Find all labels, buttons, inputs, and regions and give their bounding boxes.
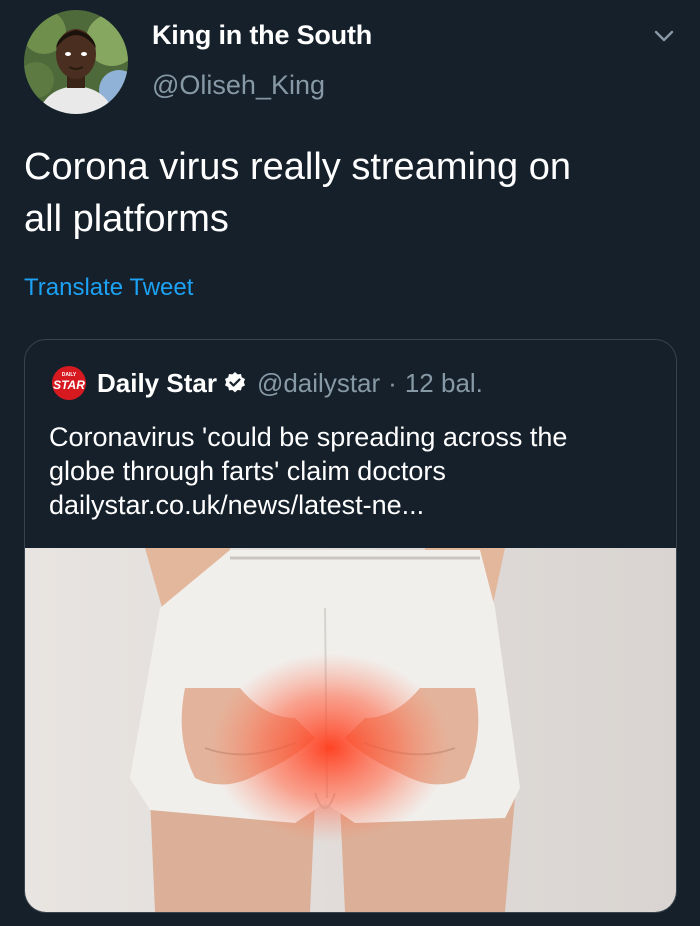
verified-badge-icon: [224, 372, 245, 393]
quoted-link[interactable]: dailystar.co.uk/news/latest-ne...: [49, 488, 659, 522]
quoted-text-line: Coronavirus 'could be spreading across t…: [49, 422, 568, 452]
quoted-tweet-header: DAILY STAR Daily Star @dailystar · 12 ba…: [49, 366, 483, 400]
chevron-down-icon[interactable]: [652, 26, 676, 46]
quoted-text-line: globe through farts' claim doctors: [49, 456, 446, 486]
tweet-text: Corona virus really streaming on all pla…: [24, 146, 572, 240]
logo-text: STAR: [53, 378, 85, 392]
author-handle[interactable]: @Oliseh_King: [152, 70, 325, 101]
quoted-handle[interactable]: @dailystar: [257, 368, 380, 399]
quoted-tweet-card[interactable]: DAILY STAR Daily Star @dailystar · 12 ba…: [24, 339, 677, 913]
daily-star-logo: DAILY STAR: [52, 366, 86, 400]
tweet[interactable]: King in the South @Oliseh_King Corona vi…: [0, 0, 700, 926]
quoted-tweet-text: Coronavirus 'could be spreading across t…: [49, 420, 659, 522]
quoted-tweet-image[interactable]: [25, 548, 676, 912]
quoted-timestamp[interactable]: 12 bal.: [405, 368, 483, 399]
translate-tweet-link[interactable]: Translate Tweet: [24, 274, 193, 302]
quoted-display-name[interactable]: Daily Star: [97, 368, 217, 399]
author-display-name[interactable]: King in the South: [152, 20, 372, 51]
avatar-photo: [24, 10, 128, 114]
avatar[interactable]: [24, 10, 128, 114]
separator-dot: ·: [388, 367, 397, 398]
